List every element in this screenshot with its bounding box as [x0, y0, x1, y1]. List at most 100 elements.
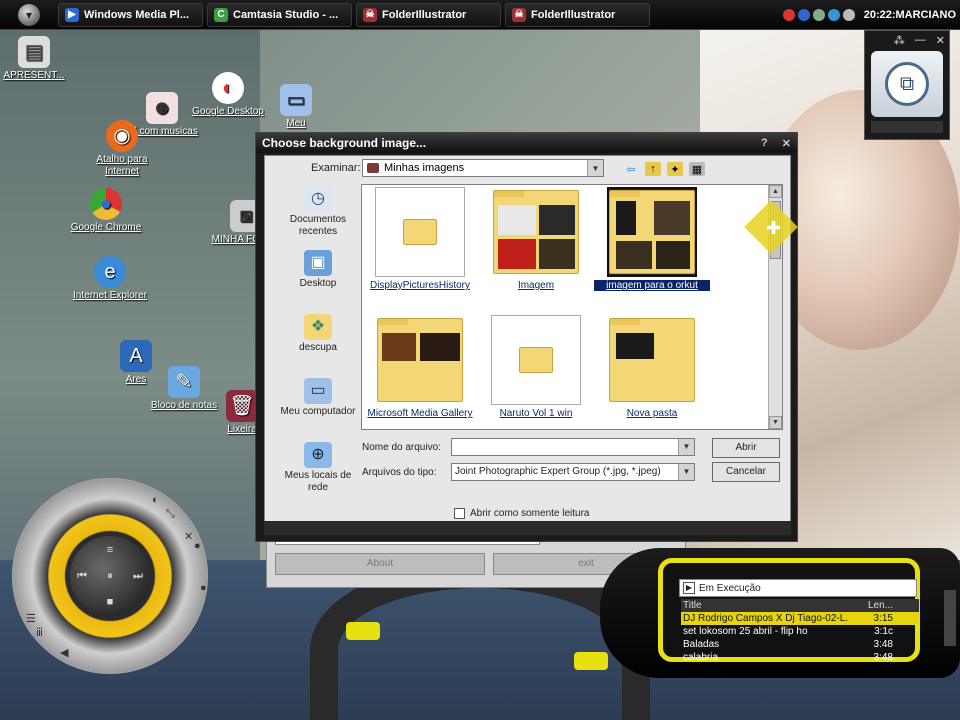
- file-list[interactable]: DisplayPicturesHistory Imagem imagem par…: [361, 184, 783, 430]
- start-button[interactable]: ▾: [0, 0, 58, 30]
- desktop-icon: ▣: [304, 250, 332, 276]
- google-desktop-icon: ◐: [212, 72, 244, 104]
- help-icon[interactable]: ?: [761, 137, 768, 150]
- open-button[interactable]: Abrir: [712, 438, 780, 458]
- readonly-checkbox[interactable]: [454, 508, 465, 519]
- file-item-naruto-vol-1-win[interactable]: Naruto Vol 1 win: [478, 315, 594, 419]
- task-button-folderillustrator[interactable]: ☠ FolderIllustrator: [356, 2, 501, 27]
- readonly-option[interactable]: Abrir como somente leitura: [454, 508, 590, 519]
- place-network[interactable]: ⊕ Meus locais de rede: [277, 442, 359, 502]
- tray-icon[interactable]: [782, 8, 795, 21]
- chevron-down-icon[interactable]: ▼: [678, 439, 694, 455]
- notepad-icon: ✎: [168, 366, 200, 398]
- skull-icon: ☠: [363, 7, 377, 22]
- volume-bars-icon[interactable]: ⅲ: [36, 626, 43, 639]
- stop-icon[interactable]: ■: [102, 594, 118, 610]
- desktop-icon-meu[interactable]: ▭ Meu: [258, 84, 334, 130]
- minimize-icon[interactable]: —: [915, 34, 926, 46]
- trash-icon: 🗑: [226, 390, 258, 422]
- chevron-down-icon[interactable]: ▼: [587, 160, 603, 176]
- menu-lines-icon[interactable]: ≡: [102, 542, 118, 558]
- dot-icon[interactable]: ●: [194, 540, 201, 552]
- filename-label: Nome do arquivo:: [362, 442, 441, 453]
- tray-icon[interactable]: [842, 8, 855, 21]
- file-item-nova-pasta[interactable]: Nova pasta: [594, 315, 710, 419]
- playlist-row[interactable]: calabria 3:48: [681, 651, 919, 664]
- view-menu-icon[interactable]: ▦: [689, 162, 705, 176]
- now-playing-icon: ▶: [683, 582, 695, 594]
- dialog-titlebar: Choose background image... ? ✕: [256, 133, 797, 153]
- dialog-bottom-strip: [264, 521, 791, 535]
- cancel-button[interactable]: Cancelar: [712, 462, 780, 482]
- mini-window-body[interactable]: ⧉: [871, 51, 943, 117]
- playlist-row[interactable]: Baladas 3:48: [681, 638, 919, 651]
- new-folder-icon[interactable]: ✦: [667, 162, 683, 176]
- look-in-label: Examinar:: [311, 162, 361, 174]
- desktop-icon-chrome[interactable]: ● Google Chrome: [68, 188, 144, 234]
- up-folder-icon[interactable]: ↑: [645, 162, 661, 176]
- now-playing-frame: ▶ Em Execução Title Len... DJ Rodrigo Ca…: [658, 558, 920, 664]
- file-thumbnail: [491, 187, 581, 277]
- close-icon[interactable]: ✕: [184, 530, 193, 543]
- computer-icon: ▭: [280, 84, 312, 116]
- resize-icon[interactable]: ⤡: [166, 508, 175, 521]
- folder-icon: [403, 219, 437, 245]
- scroll-up-icon[interactable]: ▲: [769, 185, 782, 198]
- mini-window-strip: [871, 121, 943, 133]
- next-track-icon[interactable]: ⏭: [130, 568, 146, 584]
- playlist-row[interactable]: set lokosom 25 abril - flip ho 3:1c: [681, 625, 919, 638]
- photo-folder-icon: [609, 318, 695, 402]
- chrome-icon: ●: [90, 188, 122, 220]
- filename-input[interactable]: ▼: [451, 438, 695, 456]
- folder-icon: [519, 347, 553, 373]
- file-item-displaypictureshistory[interactable]: DisplayPicturesHistory: [362, 187, 478, 291]
- file-item-microsoft-media-gallery[interactable]: Microsoft Media Gallery: [362, 315, 478, 419]
- look-in-dropdown[interactable]: Minhas imagens ▼: [362, 159, 604, 177]
- file-thumbnail: [375, 187, 465, 277]
- desktop-icon-internet-explorer[interactable]: e Internet Explorer: [72, 256, 148, 302]
- close-icon[interactable]: ✕: [936, 34, 945, 47]
- back-arrow-icon[interactable]: ⇦: [623, 162, 639, 176]
- choose-background-dialog: Choose background image... ? ✕ Examinar:…: [255, 132, 798, 542]
- scroll-down-icon[interactable]: ▼: [769, 416, 782, 429]
- contrast-icon[interactable]: ◐: [152, 494, 159, 506]
- pause-icon[interactable]: ⏸: [102, 568, 118, 584]
- previous-track-icon[interactable]: ⏮: [74, 568, 90, 584]
- file-item-imagem-para-o-orkut[interactable]: imagem para o orkut: [594, 187, 710, 291]
- chevron-down-icon[interactable]: ▼: [678, 464, 694, 480]
- equalizer-icon[interactable]: ☰: [26, 612, 36, 625]
- place-user-folder[interactable]: ❖ descupa: [277, 314, 359, 374]
- place-my-computer[interactable]: ▭ Meu computador: [277, 378, 359, 438]
- playlist-scrollbar[interactable]: [944, 590, 956, 646]
- now-playing-header[interactable]: ▶ Em Execução: [679, 579, 917, 597]
- playlist-table: Title Len... DJ Rodrigo Campos X Dj Tiag…: [681, 599, 919, 664]
- place-desktop[interactable]: ▣ Desktop: [277, 250, 359, 310]
- filetype-dropdown[interactable]: Joint Photographic Expert Group (*.jpg, …: [451, 463, 695, 481]
- file-thumbnail: [607, 315, 697, 405]
- file-item-imagem[interactable]: Imagem: [478, 187, 594, 291]
- desktop-icon-google-desktop[interactable]: ◐ Google Desktop: [190, 72, 266, 118]
- clock[interactable]: 20:22:MARCIANO: [864, 9, 956, 21]
- mini-window: ⁂ — ✕ ⧉: [864, 30, 950, 140]
- mini-window-controls: ⁂ — ✕: [865, 31, 949, 49]
- desktop-icon-apresent[interactable]: ▤ APRESENT...: [0, 36, 72, 82]
- task-button-camtasia[interactable]: C Camtasia Studio - ...: [207, 2, 352, 27]
- tray-icon[interactable]: [812, 8, 825, 21]
- menu-icon[interactable]: ⁂: [894, 34, 905, 47]
- about-button[interactable]: About: [275, 553, 485, 575]
- pictures-folder-icon: [367, 163, 379, 173]
- playlist-row[interactable]: DJ Rodrigo Campos X Dj Tiago-02-L... 3:1…: [681, 612, 919, 625]
- place-recent-documents[interactable]: ◷ Documentos recentes: [277, 186, 359, 246]
- close-icon[interactable]: ✕: [782, 137, 791, 150]
- speaker-icon[interactable]: ◀: [60, 646, 68, 659]
- document-icon: ▤: [18, 36, 50, 68]
- task-button-folderillustrator-2[interactable]: ☠ FolderIllustrator: [505, 2, 650, 27]
- tray-icon[interactable]: [797, 8, 810, 21]
- wheel-bump: [574, 652, 608, 670]
- task-button-media-player[interactable]: ▶ Windows Media Pl...: [58, 2, 203, 27]
- dialog-title: Choose background image...: [262, 136, 427, 150]
- ie-icon: e: [94, 256, 126, 288]
- dot-icon[interactable]: ●: [200, 582, 207, 594]
- tray-icon[interactable]: [827, 8, 840, 21]
- desktop-icon-firefox[interactable]: ◉ Atalho para Internet: [84, 120, 160, 178]
